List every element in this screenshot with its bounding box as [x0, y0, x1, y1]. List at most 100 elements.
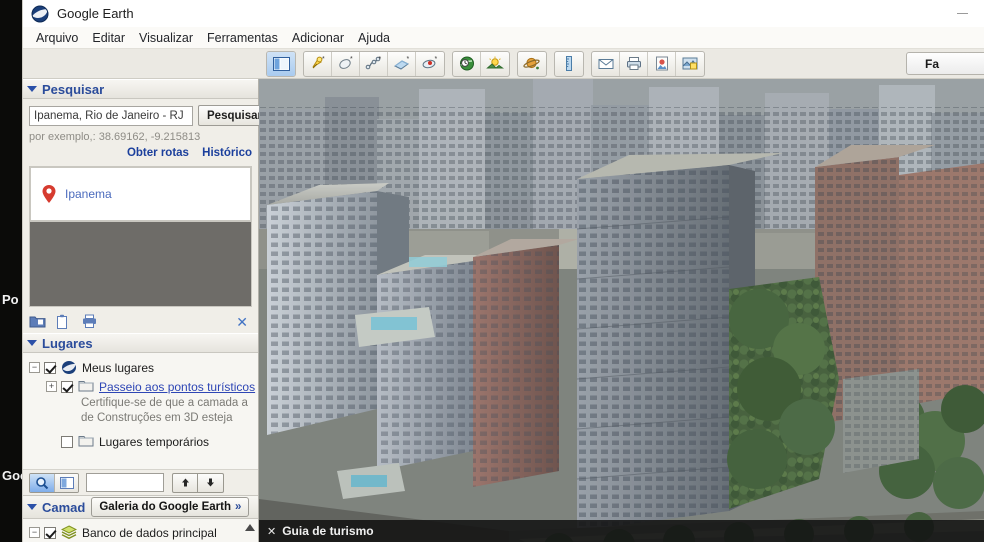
tree-row[interactable]: + Passeio aos pontos turísticos: [29, 377, 258, 396]
menu-item-ferramentas[interactable]: Ferramentas: [200, 29, 285, 47]
svg-text:*: *: [378, 56, 381, 63]
toolbar-right-partial-button[interactable]: Fa: [906, 52, 984, 75]
collapse-icon[interactable]: −: [29, 527, 40, 538]
svg-text:*: *: [406, 56, 409, 63]
add-polygon-icon[interactable]: *: [332, 51, 360, 76]
sidebar-toggle-icon[interactable]: [267, 51, 295, 76]
search-row: Pesquisar: [29, 105, 271, 126]
map-imagery: [259, 79, 984, 542]
tree-label: Banco de dados principal: [82, 525, 217, 540]
places-panel-header[interactable]: Lugares: [23, 333, 258, 353]
minimize-button[interactable]: [940, 0, 984, 27]
clear-search-results-button[interactable]: ✕: [236, 314, 248, 331]
svg-text:*: *: [322, 56, 325, 63]
search-results-empty-area: [29, 222, 252, 307]
record-tour-icon[interactable]: *: [416, 52, 444, 76]
layers-tree: − Banco de dados principal: [23, 519, 258, 542]
menu-bar: Arquivo Editar Visualizar Ferramentas Ad…: [23, 27, 984, 49]
svg-text:*: *: [350, 56, 353, 63]
print-icon[interactable]: [81, 314, 98, 331]
split-view-icon[interactable]: [54, 473, 78, 492]
tree-row[interactable]: − Meus lugares: [29, 358, 258, 377]
ruler-icon[interactable]: [554, 50, 584, 77]
places-view-toggle: [29, 472, 79, 493]
tour-guide-label: Guia de turismo: [282, 524, 374, 538]
main-body: Pesquisar Pesquisar por exemplo,: 38.691…: [23, 79, 984, 542]
search-input[interactable]: [29, 105, 193, 126]
close-icon[interactable]: ✕: [267, 525, 276, 538]
save-image-icon[interactable]: [648, 51, 676, 76]
folder-icon: [78, 434, 94, 449]
places-footer-toolbar: [23, 469, 258, 495]
menu-item-visualizar[interactable]: Visualizar: [132, 29, 200, 47]
menu-item-editar[interactable]: Editar: [85, 29, 132, 47]
google-earth-globe-icon: [31, 5, 49, 23]
menu-item-arquivo[interactable]: Arquivo: [29, 29, 85, 47]
save-to-folder-icon[interactable]: [29, 314, 46, 331]
checkbox-meus-lugares[interactable]: [44, 361, 56, 374]
places-tree: − Meus lugares + Passeio aos pontos turí…: [23, 353, 258, 469]
title-bar: Google Earth: [23, 0, 984, 27]
tree-label: Meus lugares: [82, 360, 155, 375]
places-panel-title: Lugares: [42, 335, 93, 351]
chevron-down-icon: [27, 340, 37, 346]
search-area: Pesquisar por exemplo,: 38.69162, -9.215…: [23, 99, 271, 161]
places-previous-button[interactable]: [172, 472, 198, 493]
layers-panel-title: Camad: [42, 499, 86, 515]
search-results-list[interactable]: Ipanema: [29, 166, 252, 222]
view-in-maps-icon[interactable]: [676, 52, 704, 76]
earth-3d-viewport[interactable]: ✕ Guia de turismo: [259, 79, 984, 542]
search-links: Obter rotas Histórico: [29, 147, 252, 159]
map-pin-icon: [41, 184, 57, 204]
tree-row[interactable]: − Banco de dados principal: [29, 523, 258, 542]
database-layers-icon: [60, 525, 78, 540]
search-panel-title: Pesquisar: [42, 81, 105, 97]
collapse-icon[interactable]: −: [29, 362, 40, 373]
sunlight-icon[interactable]: [481, 52, 509, 76]
gallery-button-label: Galeria do Google Earth: [99, 501, 231, 513]
places-description-line-2: de Construções em 3D esteja: [81, 412, 233, 424]
layers-panel-header[interactable]: Camad Galeria do Google Earth »: [23, 495, 258, 519]
menu-item-ajuda[interactable]: Ajuda: [351, 29, 397, 47]
toolbar-group-view: [266, 50, 296, 77]
expand-icon[interactable]: +: [46, 381, 57, 392]
window-controls: [940, 0, 984, 27]
toolbar-group-create: * * * * *: [303, 50, 445, 77]
search-panel-header[interactable]: Pesquisar: [23, 79, 258, 99]
history-link[interactable]: Histórico: [202, 147, 252, 159]
google-earth-gallery-button[interactable]: Galeria do Google Earth »: [91, 497, 250, 517]
add-image-overlay-icon[interactable]: *: [388, 51, 416, 76]
tree-label[interactable]: Passeio aos pontos turísticos: [99, 380, 255, 394]
tour-guide-overlay: ✕ Guia de turismo: [259, 520, 984, 542]
checkbox-lugares-temporarios[interactable]: [61, 435, 73, 448]
tree-row[interactable]: Lugares temporários: [29, 432, 258, 451]
tree-label: Lugares temporários: [99, 434, 210, 449]
menu-item-adicionar[interactable]: Adicionar: [285, 29, 351, 47]
layers-scroll-up-button[interactable]: [245, 524, 255, 531]
window-title: Google Earth: [57, 6, 134, 21]
places-next-button[interactable]: [198, 472, 224, 493]
folder-icon: [78, 379, 94, 394]
places-search-input[interactable]: [86, 473, 164, 492]
chevron-down-icon: [27, 86, 37, 92]
google-earth-globe-icon: [61, 360, 77, 375]
search-hint: por exemplo,: 38.69162, -9.215813: [29, 131, 201, 143]
screen: Po Goo Google Earth Arquivo Editar Visua…: [0, 0, 984, 542]
planets-icon[interactable]: [517, 50, 547, 77]
google-earth-window: Google Earth Arquivo Editar Visualizar F…: [22, 0, 984, 542]
checkbox-banco-dados-principal[interactable]: [44, 526, 56, 539]
magnifier-icon[interactable]: [30, 473, 54, 492]
main-toolbar: * * * * * Fa: [23, 49, 984, 79]
add-placemark-icon[interactable]: *: [304, 51, 332, 76]
search-tools-bar: ✕: [29, 311, 252, 333]
add-path-icon[interactable]: *: [360, 51, 388, 76]
get-directions-link[interactable]: Obter rotas: [127, 147, 189, 159]
print-icon[interactable]: [620, 51, 648, 76]
toolbar-group-share: [591, 50, 705, 77]
historical-imagery-icon[interactable]: [453, 51, 481, 76]
checkbox-passeio-pontos-turisticos[interactable]: [61, 380, 73, 393]
email-icon[interactable]: [592, 51, 620, 76]
chevron-right-icon: »: [235, 501, 242, 513]
copy-icon[interactable]: [55, 314, 72, 331]
